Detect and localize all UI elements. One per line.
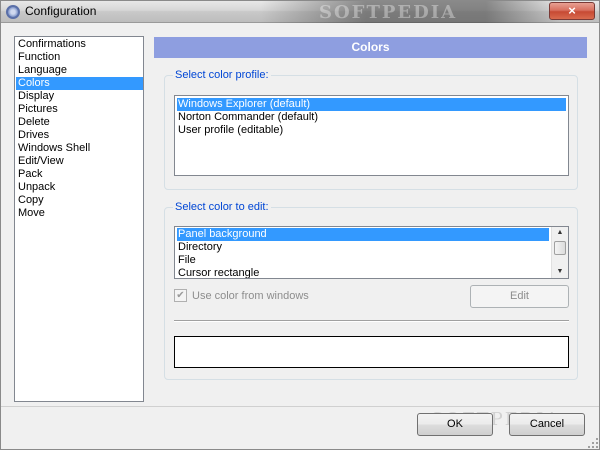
color-item-cursor-rectangle[interactable]: Cursor rectangle [177,267,549,278]
category-item-confirmations[interactable]: Confirmations [16,38,143,51]
title-bar-shade [261,1,561,23]
ok-button[interactable]: OK [417,413,493,436]
use-windows-color-checkbox: ✔ [174,289,187,302]
category-item-display[interactable]: Display [16,90,143,103]
color-item-panel-background[interactable]: Panel background [177,228,549,241]
window-title: Configuration [25,4,97,18]
category-item-colors[interactable]: Colors [16,77,143,90]
cancel-button[interactable]: Cancel [509,413,585,436]
divider [174,320,569,322]
configuration-window: Configuration SOFTPEDIA × Confirmations … [0,0,600,450]
resize-grip-icon[interactable] [587,437,599,449]
category-list[interactable]: Confirmations Function Language Colors D… [14,36,144,402]
category-item-move[interactable]: Move [16,207,143,220]
app-icon [6,5,20,19]
category-item-pictures[interactable]: Pictures [16,103,143,116]
scroll-up-arrow-icon[interactable]: ▲ [552,228,568,238]
profile-item-norton-commander[interactable]: Norton Commander (default) [177,111,566,124]
edit-color-button: Edit [470,285,569,308]
category-item-function[interactable]: Function [16,51,143,64]
category-item-edit-view[interactable]: Edit/View [16,155,143,168]
use-windows-color-label: Use color from windows [192,290,309,302]
category-item-language[interactable]: Language [16,64,143,77]
section-title: Colors [154,37,587,58]
category-item-copy[interactable]: Copy [16,194,143,207]
category-item-unpack[interactable]: Unpack [16,181,143,194]
scroll-thumb[interactable] [554,241,566,255]
color-list-scrollbar[interactable]: ▲ ▼ [551,227,568,278]
color-preview-box [174,336,569,368]
color-item-file[interactable]: File [177,254,549,267]
color-element-list[interactable]: Panel background Directory File Cursor r… [174,226,569,279]
close-button[interactable]: × [549,2,595,20]
color-edit-group-label: Select color to edit: [173,201,271,214]
category-item-delete[interactable]: Delete [16,116,143,129]
profile-item-user-profile[interactable]: User profile (editable) [177,124,566,137]
profile-item-windows-explorer[interactable]: Windows Explorer (default) [177,98,566,111]
color-profile-group-label: Select color profile: [173,69,271,82]
category-item-windows-shell[interactable]: Windows Shell [16,142,143,155]
title-bar[interactable]: Configuration SOFTPEDIA × [1,1,599,23]
category-item-drives[interactable]: Drives [16,129,143,142]
color-item-directory[interactable]: Directory [177,241,549,254]
color-profile-list[interactable]: Windows Explorer (default) Norton Comman… [174,95,569,176]
category-item-pack[interactable]: Pack [16,168,143,181]
scroll-down-arrow-icon[interactable]: ▼ [552,267,568,277]
footer-divider [1,406,599,407]
